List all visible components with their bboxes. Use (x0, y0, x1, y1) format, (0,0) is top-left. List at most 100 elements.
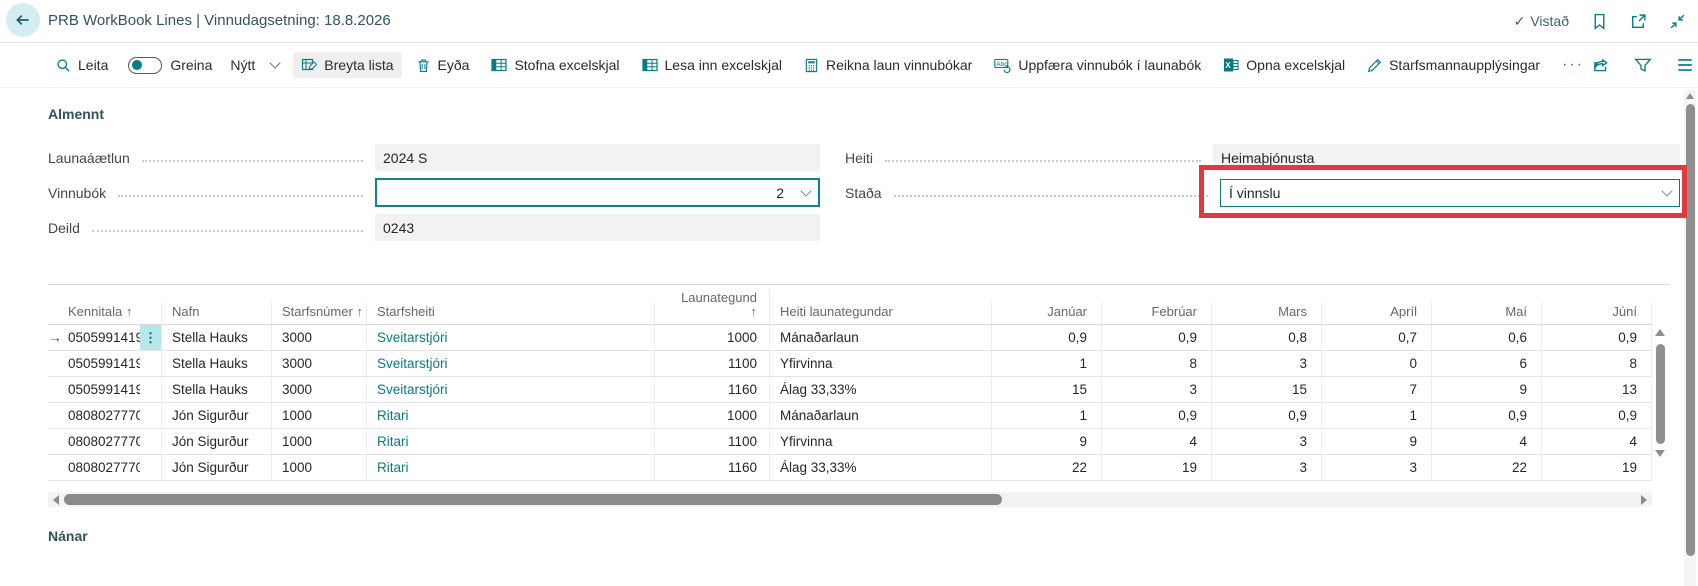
scroll-up-arrow-icon[interactable] (1686, 93, 1694, 99)
cell-month-5[interactable]: 19 (1542, 455, 1652, 481)
cell-starfsheiti-link[interactable]: Ritari (367, 403, 655, 429)
chevron-down-icon[interactable] (1661, 185, 1672, 196)
cell-kennitala[interactable]: 0505991419 (62, 377, 140, 403)
new-button[interactable]: Nýtt (222, 52, 263, 78)
table-row[interactable]: 0505991419Stella Hauks3000Sveitarstjóri1… (48, 351, 1670, 377)
cell-month-1[interactable]: 19 (1102, 455, 1212, 481)
table-row[interactable]: 0808027770Jón Sigurður1000Ritari1000Mána… (48, 403, 1670, 429)
employee-info-button[interactable]: Starfsmannaupplýsingar (1359, 52, 1548, 78)
header-month-mai[interactable]: Maí (1432, 302, 1542, 325)
deild-field[interactable]: 0243 (375, 214, 820, 241)
analyze-toggle[interactable]: Greina (128, 57, 212, 74)
grid-horizontal-scrollbar[interactable] (48, 492, 1652, 507)
cell-month-1[interactable]: 4 (1102, 429, 1212, 455)
scroll-right-arrow-icon[interactable] (1641, 495, 1647, 505)
cell-month-3[interactable]: 0,7 (1322, 325, 1432, 351)
cell-month-3[interactable]: 1 (1322, 403, 1432, 429)
cell-starfsheiti-link[interactable]: Sveitarstjóri (367, 377, 655, 403)
stada-dropdown[interactable]: Í vinnslu (1220, 179, 1680, 207)
cell-nafn[interactable]: Stella Hauks (162, 377, 272, 403)
cell-starfsnumer[interactable]: 1000 (272, 429, 367, 455)
heiti-field[interactable]: Heimaþjónusta (1213, 144, 1680, 171)
grid-vertical-scrollbar[interactable] (1652, 325, 1668, 483)
cell-nafn[interactable]: Stella Hauks (162, 325, 272, 351)
cell-month-3[interactable]: 3 (1322, 455, 1432, 481)
create-excel-button[interactable]: Stofna excelskjal (483, 52, 627, 78)
header-month-februar[interactable]: Febrúar (1102, 302, 1212, 325)
cell-month-3[interactable]: 9 (1322, 429, 1432, 455)
cell-month-1[interactable]: 3 (1102, 377, 1212, 403)
cell-month-5[interactable]: 13 (1542, 377, 1652, 403)
cell-month-1[interactable]: 0,9 (1102, 325, 1212, 351)
cell-starfsnumer[interactable]: 3000 (272, 325, 367, 351)
cell-month-4[interactable]: 4 (1432, 429, 1542, 455)
cell-launategund[interactable]: 1160 (655, 377, 770, 403)
cell-launategund[interactable]: 1000 (655, 403, 770, 429)
list-view-icon[interactable] (1676, 56, 1694, 74)
cell-nafn[interactable]: Jón Sigurður (162, 455, 272, 481)
cell-kennitala[interactable]: 0808027770 (62, 403, 140, 429)
cell-month-2[interactable]: 15 (1212, 377, 1322, 403)
cell-month-4[interactable]: 9 (1432, 377, 1542, 403)
cell-starfsheiti-link[interactable]: Sveitarstjóri (367, 325, 655, 351)
cell-month-2[interactable]: 0,8 (1212, 325, 1322, 351)
grid-vscroll-thumb[interactable] (1656, 344, 1665, 444)
back-button[interactable] (6, 3, 40, 37)
cell-month-5[interactable]: 0,9 (1542, 325, 1652, 351)
cell-month-4[interactable]: 6 (1432, 351, 1542, 377)
open-excel-button[interactable]: X Opna excelskjal (1215, 52, 1353, 78)
cell-month-5[interactable]: 4 (1542, 429, 1652, 455)
cell-launategund[interactable]: 1100 (655, 429, 770, 455)
new-dropdown-button[interactable] (263, 56, 287, 74)
cell-month-4[interactable]: 0,9 (1432, 403, 1542, 429)
table-row[interactable]: 0505991419Stella Hauks3000Sveitarstjóri1… (48, 377, 1670, 403)
header-heiti-launategundar[interactable]: Heiti launategundar (770, 302, 992, 325)
cell-starfsnumer[interactable]: 3000 (272, 377, 367, 403)
cell-heiti-launategundar[interactable]: Mánaðarlaun (770, 403, 992, 429)
chevron-down-icon[interactable] (800, 185, 811, 196)
update-workbook-button[interactable]: Abc Uppfæra vinnubók í launabók (986, 52, 1209, 78)
launaaaetlun-field[interactable]: 2024 S (375, 144, 820, 171)
header-month-januar[interactable]: Janúar (992, 302, 1102, 325)
search-button[interactable]: Leita (48, 52, 116, 78)
table-row[interactable]: →0505991419⋮Stella Hauks3000Sveitarstjór… (48, 325, 1670, 351)
header-launategund[interactable]: Launategund↑ (655, 289, 770, 325)
cell-month-0[interactable]: 1 (992, 351, 1102, 377)
cell-kennitala[interactable]: 0808027770 (62, 429, 140, 455)
cell-month-0[interactable]: 22 (992, 455, 1102, 481)
cell-starfsnumer[interactable]: 1000 (272, 403, 367, 429)
header-starfsheiti[interactable]: Starfsheiti (367, 302, 655, 325)
cell-starfsheiti-link[interactable]: Ritari (367, 429, 655, 455)
cell-kennitala[interactable]: 0505991419 (62, 325, 140, 351)
vinnubok-field[interactable]: 2 (375, 178, 820, 207)
edit-list-button[interactable]: Breyta lista (293, 52, 401, 78)
cell-heiti-launategundar[interactable]: Álag 33,33% (770, 455, 992, 481)
filter-icon[interactable] (1634, 56, 1652, 74)
header-month-mars[interactable]: Mars (1212, 302, 1322, 325)
grid-hscroll-thumb[interactable] (64, 494, 1002, 505)
cell-launategund[interactable]: 1160 (655, 455, 770, 481)
header-kennitala[interactable]: Kennitala ↑ (62, 302, 162, 325)
cell-month-5[interactable]: 0,9 (1542, 403, 1652, 429)
delete-button[interactable]: Eyða (408, 52, 478, 78)
cell-month-2[interactable]: 3 (1212, 351, 1322, 377)
popout-icon[interactable] (1630, 13, 1647, 30)
cell-month-3[interactable]: 7 (1322, 377, 1432, 403)
cell-nafn[interactable]: Jón Sigurður (162, 403, 272, 429)
page-scroll-thumb[interactable] (1686, 104, 1695, 556)
calc-payroll-button[interactable]: Reikna laun vinnubókar (796, 52, 980, 78)
table-row[interactable]: 0808027770Jón Sigurður1000Ritari1160Álag… (48, 455, 1670, 481)
cell-starfsnumer[interactable]: 1000 (272, 455, 367, 481)
cell-month-2[interactable]: 0,9 (1212, 403, 1322, 429)
cell-kennitala[interactable]: 0808027770 (62, 455, 140, 481)
cell-month-5[interactable]: 8 (1542, 351, 1652, 377)
cell-month-2[interactable]: 3 (1212, 429, 1322, 455)
import-excel-button[interactable]: Lesa inn excelskjal (634, 52, 791, 78)
cell-month-0[interactable]: 0,9 (992, 325, 1102, 351)
cell-heiti-launategundar[interactable]: Yfirvinna (770, 429, 992, 455)
more-options-button[interactable]: ··· (1562, 56, 1584, 74)
cell-month-1[interactable]: 0,9 (1102, 403, 1212, 429)
cell-nafn[interactable]: Jón Sigurður (162, 429, 272, 455)
bookmark-icon[interactable] (1591, 13, 1608, 30)
share-icon[interactable] (1592, 56, 1610, 74)
